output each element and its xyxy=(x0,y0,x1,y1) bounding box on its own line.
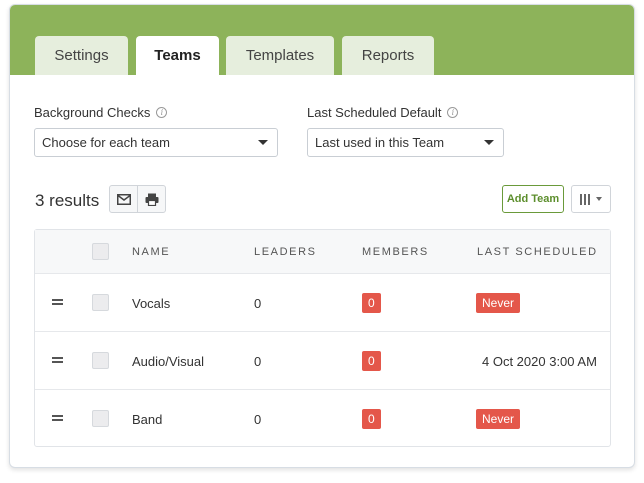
leaders-count: 0 xyxy=(254,295,262,311)
drag-handle-icon[interactable] xyxy=(52,357,63,363)
last-scheduled-badge: Never xyxy=(476,409,521,429)
info-icon[interactable]: i xyxy=(447,107,459,118)
chevron-down-icon xyxy=(484,140,494,145)
info-icon[interactable]: i xyxy=(156,107,168,118)
background-checks-label: Background Checks i xyxy=(34,105,168,120)
columns-icon xyxy=(580,193,590,205)
print-button[interactable] xyxy=(137,185,166,213)
last-scheduled-badge: Never xyxy=(476,293,521,313)
table-row[interactable]: Vocals 0 0 Never xyxy=(35,274,610,332)
tab-bar: Settings Teams Templates Reports xyxy=(10,5,634,75)
table-row[interactable]: Band 0 0 Never xyxy=(35,390,610,448)
last-scheduled-default-label-text: Last Scheduled Default xyxy=(307,105,442,120)
background-checks-label-text: Background Checks xyxy=(34,105,151,120)
drag-handle-icon[interactable] xyxy=(52,299,63,305)
members-badge: 0 xyxy=(362,351,381,371)
select-all-checkbox[interactable] xyxy=(92,243,109,260)
column-header-last-scheduled[interactable]: LAST SCHEDULED xyxy=(477,230,598,274)
envelope-icon xyxy=(116,193,131,205)
teams-table: NAME LEADERS MEMBERS LAST SCHEDULED Voca… xyxy=(34,229,611,447)
tab-settings[interactable]: Settings xyxy=(35,36,128,75)
members-badge: 0 xyxy=(362,409,381,429)
tab-reports[interactable]: Reports xyxy=(342,36,434,75)
last-scheduled-default-label: Last Scheduled Default i xyxy=(307,105,459,120)
members-badge: 0 xyxy=(362,293,381,313)
last-scheduled-default-value: Last used in this Team xyxy=(315,135,445,150)
table-header: NAME LEADERS MEMBERS LAST SCHEDULED xyxy=(35,230,610,274)
row-checkbox[interactable] xyxy=(92,410,109,427)
email-button[interactable] xyxy=(109,185,138,213)
chevron-down-icon xyxy=(258,140,268,145)
column-header-members[interactable]: MEMBERS xyxy=(362,230,429,274)
team-name[interactable]: Band xyxy=(132,390,162,448)
teams-card: Settings Teams Templates Reports Backgro… xyxy=(9,4,635,468)
team-name[interactable]: Audio/Visual xyxy=(132,332,204,390)
last-scheduled-date: 4 Oct 2020 3:00 AM xyxy=(482,353,597,369)
team-name[interactable]: Vocals xyxy=(132,274,170,332)
printer-icon xyxy=(145,193,158,206)
drag-handle-icon[interactable] xyxy=(52,415,63,421)
last-scheduled-default-select[interactable]: Last used in this Team xyxy=(307,128,504,157)
row-checkbox[interactable] xyxy=(92,352,109,369)
add-team-button[interactable]: Add Team xyxy=(502,185,564,213)
leaders-count: 0 xyxy=(254,353,262,369)
leaders-count: 0 xyxy=(254,411,262,427)
column-header-name[interactable]: NAME xyxy=(132,230,170,274)
column-header-leaders[interactable]: LEADERS xyxy=(254,230,317,274)
results-count: 3 results xyxy=(35,191,100,210)
tab-templates[interactable]: Templates xyxy=(226,36,334,75)
columns-menu-button[interactable] xyxy=(571,185,611,213)
tab-teams[interactable]: Teams xyxy=(136,36,219,75)
chevron-down-icon xyxy=(596,197,602,201)
background-checks-value: Choose for each team xyxy=(42,135,170,150)
row-checkbox[interactable] xyxy=(92,294,109,311)
table-row[interactable]: Audio/Visual 0 0 4 Oct 2020 3:00 AM xyxy=(35,332,610,390)
background-checks-select[interactable]: Choose for each team xyxy=(34,128,278,157)
